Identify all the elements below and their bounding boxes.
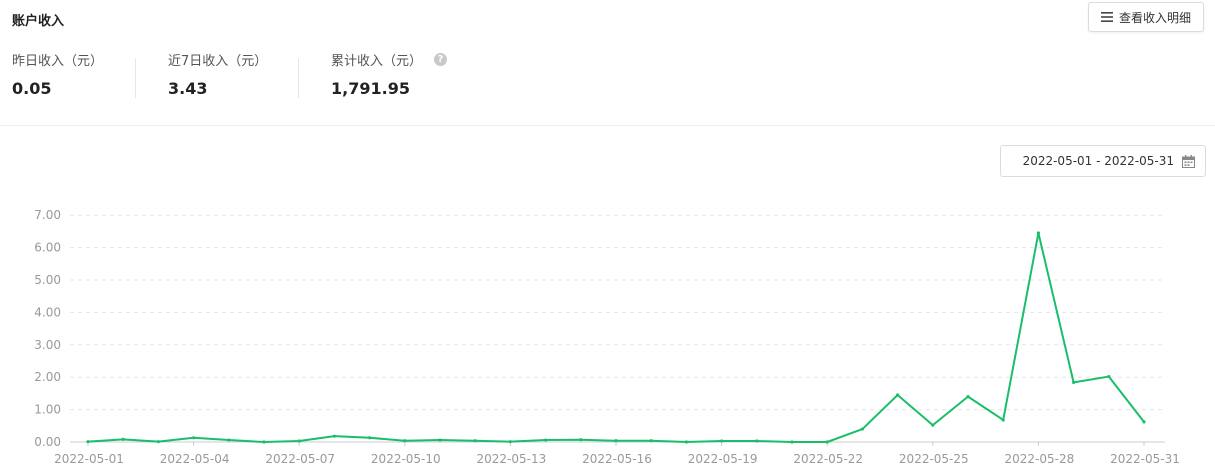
x-tick-label: 2022-05-25 — [899, 452, 969, 466]
stat-total: 累计收入（元） ? 1,791.95 — [331, 50, 448, 98]
stat-7day: 近7日收入（元） 3.43 — [168, 50, 267, 98]
income-line-chart: 0.00 1.00 2.00 3.00 4.00 5.00 6.00 7.00 2022-05-… — [34, 208, 1180, 466]
stat-divider — [135, 58, 136, 98]
y-tick-label: 5.00 — [34, 273, 61, 287]
data-point — [720, 439, 724, 443]
data-point — [649, 439, 653, 443]
stat-7day-value: 3.43 — [168, 79, 208, 98]
data-point — [403, 439, 407, 443]
data-point — [368, 436, 372, 440]
stat-total-label-row: 累计收入（元） ? — [331, 50, 448, 69]
calendar-icon — [1182, 154, 1195, 168]
stat-total-value: 1,791.95 — [331, 79, 410, 98]
view-income-details-label: 查看收入明细 — [1118, 10, 1191, 25]
data-point — [1142, 420, 1146, 424]
x-tick-label: 2022-05-13 — [477, 452, 547, 466]
data-point — [227, 438, 231, 442]
y-tick-label: 6.00 — [34, 241, 61, 255]
date-range-value: 2022-05-01 - 2022-05-31 — [1022, 154, 1174, 168]
data-point — [896, 393, 900, 397]
data-point — [931, 423, 935, 427]
y-tick-label: 2.00 — [34, 370, 61, 384]
stat-total-label: 累计收入（元） — [331, 54, 423, 69]
data-point — [1001, 418, 1005, 422]
y-tick-label: 4.00 — [34, 305, 61, 319]
divider — [0, 125, 1215, 126]
x-tick-label: 2022-05-07 — [265, 452, 335, 466]
menu-icon — [1100, 12, 1113, 22]
data-point — [192, 436, 196, 440]
data-point — [121, 437, 125, 442]
page-title: 账户收入 — [12, 14, 65, 29]
y-tick-label: 0.00 — [34, 435, 61, 449]
income-stats: 昨日收入（元） 0.05 近7日收入（元） 3.43 累计收入（元） ? 1,7… — [0, 50, 1215, 100]
y-tick-label: 3.00 — [34, 338, 61, 352]
data-point — [755, 439, 759, 443]
x-tick-label: 2022-05-01 — [54, 452, 124, 466]
data-point — [473, 439, 477, 443]
x-tick-label: 2022-05-19 — [688, 452, 758, 466]
data-point — [825, 440, 829, 444]
x-tick-label: 2022-05-31 — [1110, 452, 1180, 466]
x-tick-label: 2022-05-22 — [793, 452, 863, 466]
x-tick-label: 2022-05-04 — [160, 452, 230, 466]
stat-yesterday-label: 昨日收入（元） — [12, 54, 104, 69]
data-point — [156, 440, 160, 444]
view-income-details-button[interactable]: 查看收入明细 — [1088, 2, 1204, 32]
data-point — [1072, 380, 1076, 384]
help-icon[interactable]: ? — [434, 53, 448, 66]
stat-divider — [298, 58, 299, 98]
data-point — [1036, 231, 1040, 235]
data-point — [262, 440, 266, 444]
data-point — [790, 440, 794, 444]
y-tick-label: 1.00 — [34, 403, 61, 417]
x-tick-label: 2022-05-10 — [371, 452, 441, 466]
data-point — [508, 440, 512, 444]
date-range-picker[interactable]: 2022-05-01 - 2022-05-31 — [1000, 145, 1206, 177]
stat-7day-label: 近7日收入（元） — [168, 54, 268, 69]
income-series-line — [87, 232, 1145, 443]
x-tick-label: 2022-05-28 — [1005, 452, 1075, 466]
data-point — [579, 438, 583, 442]
data-point — [966, 395, 970, 399]
y-tick-label: 7.00 — [34, 208, 61, 222]
data-point — [86, 440, 90, 444]
stat-yesterday-value: 0.05 — [12, 79, 52, 98]
stat-yesterday: 昨日收入（元） 0.05 — [12, 50, 103, 98]
data-point — [438, 438, 442, 442]
data-point — [860, 427, 865, 431]
data-point — [297, 439, 301, 443]
data-point — [1107, 374, 1111, 379]
data-point — [684, 440, 689, 444]
data-point — [332, 434, 336, 438]
data-point — [614, 439, 618, 443]
data-point — [544, 438, 548, 442]
x-tick-label: 2022-05-16 — [582, 452, 652, 466]
